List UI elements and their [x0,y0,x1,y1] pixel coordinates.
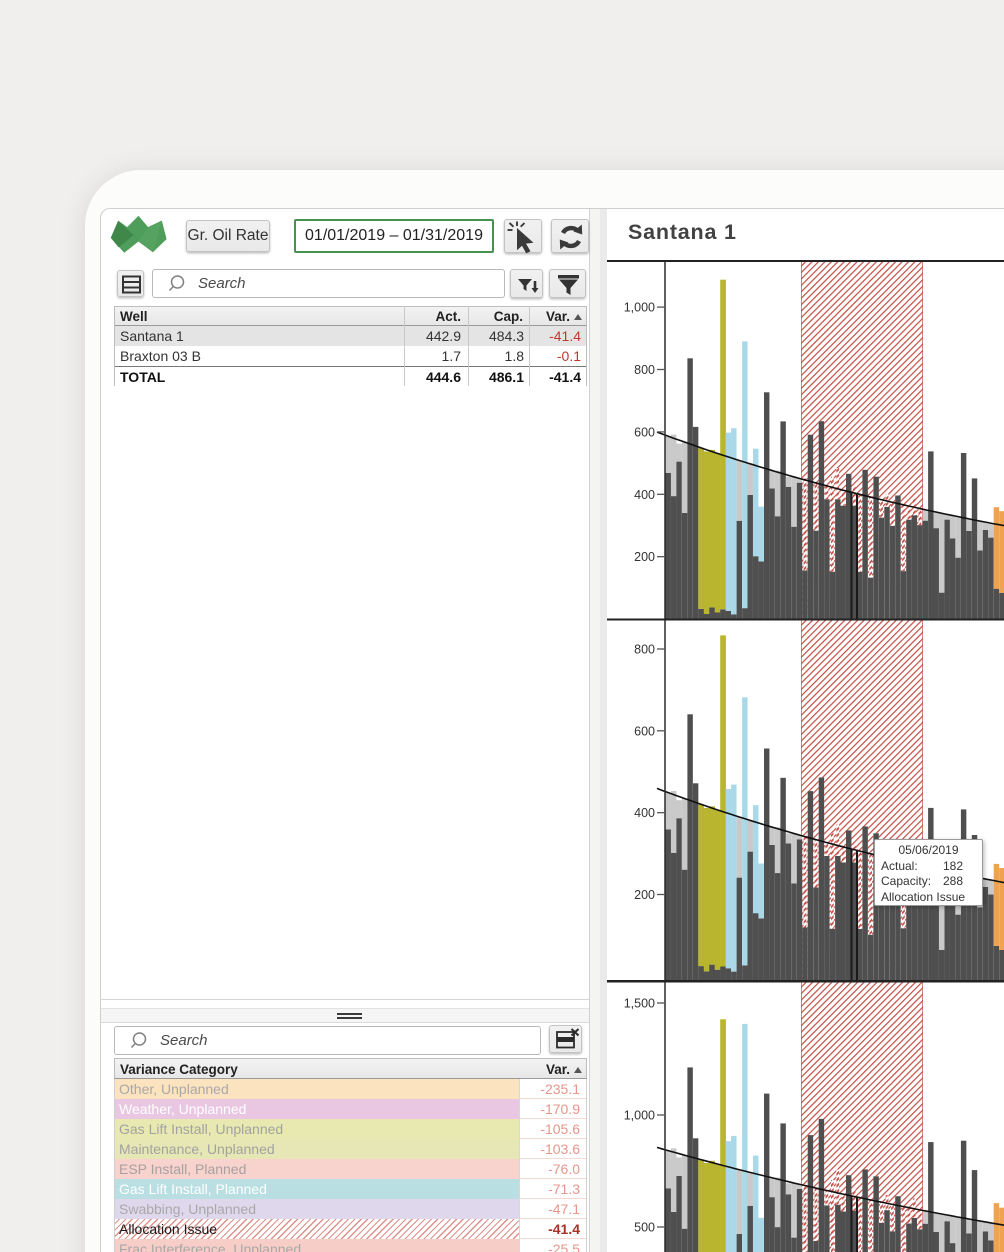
svg-text:500: 500 [634,1221,655,1235]
svg-text:1,000: 1,000 [624,300,655,314]
svg-text:1,500: 1,500 [624,997,655,1011]
svg-text:1,000: 1,000 [624,1109,655,1123]
svg-text:400: 400 [634,487,655,501]
svg-text:800: 800 [634,643,655,657]
svg-text:600: 600 [634,724,655,738]
svg-text:200: 200 [634,888,655,902]
svg-text:600: 600 [634,425,655,439]
svg-text:800: 800 [634,363,655,377]
svg-text:400: 400 [634,806,655,820]
svg-text:200: 200 [634,550,655,564]
